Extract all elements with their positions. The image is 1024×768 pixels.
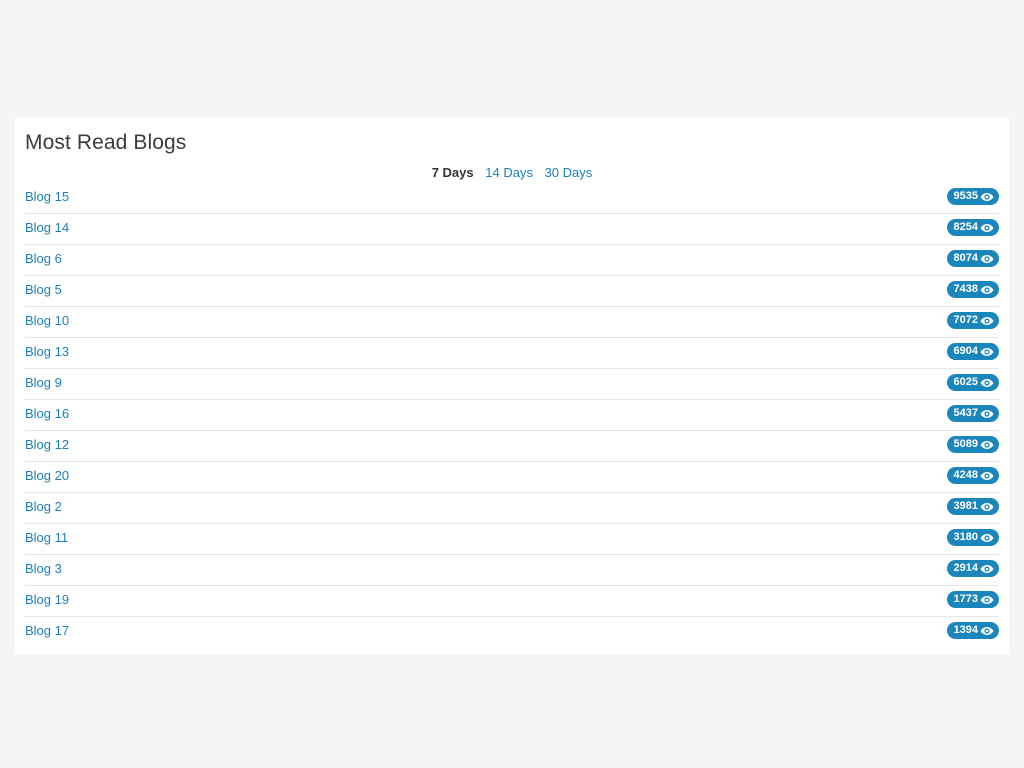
view-count: 3180	[953, 531, 978, 543]
blog-link[interactable]: Blog 14	[25, 220, 69, 235]
view-count-badge: 7072	[946, 312, 999, 329]
list-item: Blog 12 5089	[25, 431, 999, 462]
list-item: Blog 13 6904	[25, 338, 999, 369]
view-count: 5089	[953, 438, 978, 450]
view-count: 3981	[953, 500, 978, 512]
view-count: 6025	[953, 376, 978, 388]
blog-link[interactable]: Blog 19	[25, 592, 69, 607]
tab-30-days[interactable]: 30 Days	[545, 163, 593, 183]
view-count: 9535	[953, 190, 978, 202]
blog-link[interactable]: Blog 2	[25, 499, 62, 514]
blog-link[interactable]: Blog 17	[25, 623, 69, 638]
eye-icon	[980, 347, 994, 356]
list-item: Blog 20 4248	[25, 462, 999, 493]
view-count-badge: 5089	[946, 436, 999, 453]
blog-link[interactable]: Blog 5	[25, 282, 62, 297]
view-count-badge: 9535	[946, 188, 999, 205]
view-count-badge: 2914	[946, 560, 999, 577]
view-count-badge: 3981	[946, 498, 999, 515]
eye-icon	[980, 471, 994, 480]
tab-14-days[interactable]: 14 Days	[485, 163, 533, 183]
most-read-blogs-panel: Most Read Blogs 7 Days 14 Days 30 Days B…	[15, 117, 1009, 654]
view-count: 8074	[953, 252, 978, 264]
list-item: Blog 5 7438	[25, 276, 999, 307]
list-item: Blog 15 9535	[25, 183, 999, 214]
eye-icon	[980, 378, 994, 387]
eye-icon	[980, 316, 994, 325]
eye-icon	[980, 285, 994, 294]
list-item: Blog 3 2914	[25, 555, 999, 586]
blog-link[interactable]: Blog 20	[25, 468, 69, 483]
view-count-badge: 1773	[946, 591, 999, 608]
blog-link[interactable]: Blog 12	[25, 437, 69, 452]
eye-icon	[980, 564, 994, 573]
blog-link[interactable]: Blog 6	[25, 251, 62, 266]
view-count-badge: 4248	[946, 467, 999, 484]
panel-title: Most Read Blogs	[25, 131, 187, 154]
blog-link[interactable]: Blog 10	[25, 313, 69, 328]
blog-link[interactable]: Blog 16	[25, 406, 69, 421]
view-count: 8254	[953, 221, 978, 233]
range-tabs: 7 Days 14 Days 30 Days	[25, 163, 999, 183]
eye-icon	[980, 440, 994, 449]
eye-icon	[980, 502, 994, 511]
eye-icon	[980, 192, 994, 201]
view-count: 5437	[953, 407, 978, 419]
list-item: Blog 17 1394	[25, 617, 999, 647]
blog-list: Blog 15 9535 Blog 14 8254 Blog 6 8074 Bl…	[25, 183, 999, 647]
list-item: Blog 2 3981	[25, 493, 999, 524]
eye-icon	[980, 595, 994, 604]
blog-link[interactable]: Blog 15	[25, 189, 69, 204]
view-count-badge: 8074	[946, 250, 999, 267]
view-count: 7438	[953, 283, 978, 295]
eye-icon	[980, 626, 994, 635]
eye-icon	[980, 223, 994, 232]
eye-icon	[980, 533, 994, 542]
blog-link[interactable]: Blog 9	[25, 375, 62, 390]
list-item: Blog 19 1773	[25, 586, 999, 617]
list-item: Blog 10 7072	[25, 307, 999, 338]
view-count: 7072	[953, 314, 978, 326]
list-item: Blog 11 3180	[25, 524, 999, 555]
blog-link[interactable]: Blog 13	[25, 344, 69, 359]
view-count-badge: 3180	[946, 529, 999, 546]
list-item: Blog 9 6025	[25, 369, 999, 400]
view-count-badge: 6025	[946, 374, 999, 391]
view-count: 1773	[953, 593, 978, 605]
view-count-badge: 8254	[946, 219, 999, 236]
view-count: 1394	[953, 624, 978, 636]
tab-7-days[interactable]: 7 Days	[432, 163, 474, 183]
eye-icon	[980, 409, 994, 418]
view-count-badge: 6904	[946, 343, 999, 360]
eye-icon	[980, 254, 994, 263]
blog-link[interactable]: Blog 3	[25, 561, 62, 576]
view-count: 2914	[953, 562, 978, 574]
list-item: Blog 14 8254	[25, 214, 999, 245]
blog-link[interactable]: Blog 11	[25, 530, 68, 545]
view-count-badge: 1394	[946, 622, 999, 639]
view-count-badge: 7438	[946, 281, 999, 298]
view-count-badge: 5437	[946, 405, 999, 422]
view-count: 4248	[953, 469, 978, 481]
list-item: Blog 16 5437	[25, 400, 999, 431]
view-count: 6904	[953, 345, 978, 357]
list-item: Blog 6 8074	[25, 245, 999, 276]
